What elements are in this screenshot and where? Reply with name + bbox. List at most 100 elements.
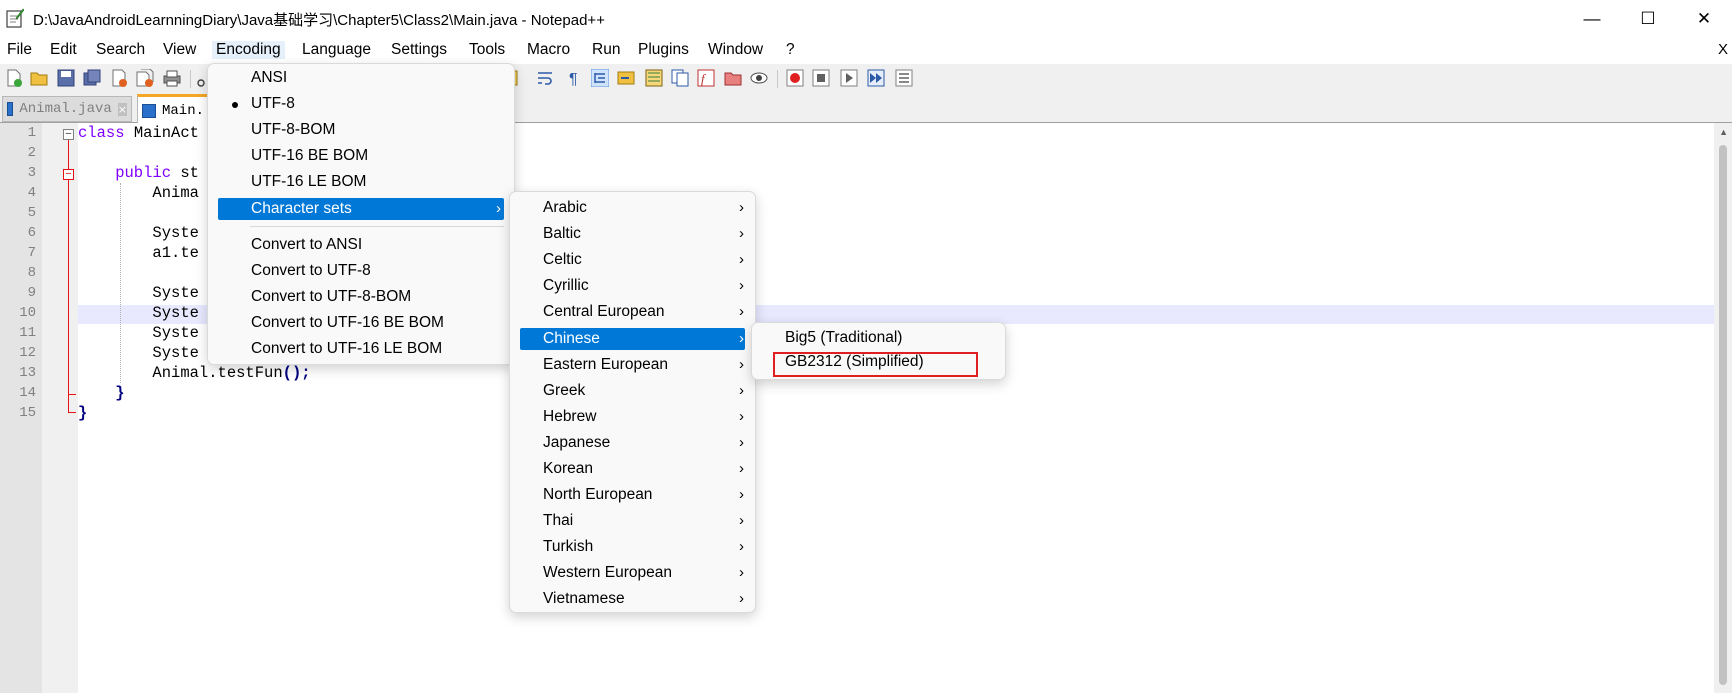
menu-item-character-sets[interactable]: Character sets › [218,198,504,220]
menu-item-greek[interactable]: Greek › [520,380,745,402]
line-number: 7 [27,245,36,261]
code-line: Syste [78,344,199,362]
new-file-icon[interactable] [5,69,23,87]
close-all-icon[interactable] [136,69,154,87]
monitoring-icon[interactable] [750,69,768,87]
stop-macro-icon[interactable] [812,69,830,87]
menu-item-utf8-bom[interactable]: UTF-8-BOM [218,119,504,141]
close-file-icon[interactable] [110,69,128,87]
line-number: 10 [19,305,36,321]
menu-item-convert-to-utf16-be-bom[interactable]: Convert to UTF-16 BE BOM [218,312,504,334]
show-all-chars-icon[interactable]: ¶ [565,69,583,87]
save-all-icon[interactable] [83,69,101,87]
folder-icon[interactable] [724,69,742,87]
menu-item-label: Convert to ANSI [251,236,363,253]
vertical-scrollbar[interactable]: ▲ [1714,123,1732,693]
menu-item-western-european[interactable]: Western European › [520,562,745,584]
record-macro-icon[interactable] [786,69,804,87]
menu-item-cyrillic[interactable]: Cyrillic › [520,275,745,297]
scroll-up-arrow-icon[interactable]: ▲ [1719,127,1728,137]
scrollbar-thumb[interactable] [1719,145,1727,685]
play-macro-icon[interactable] [840,69,858,87]
menu-item-label: Japanese [543,434,611,451]
menu-item-celtic[interactable]: Celtic › [520,249,745,271]
menu-item-eastern-european[interactable]: Eastern European › [520,354,745,376]
code-line: Syste [78,224,199,242]
line-number: 14 [19,385,36,401]
open-file-icon[interactable] [30,69,48,87]
menu-edit[interactable]: Edit [50,41,77,59]
menu-item-north-european[interactable]: North European › [520,484,745,506]
fold-toggle-icon[interactable]: − [63,129,74,140]
menu-item-label: Eastern European [543,356,668,373]
submenu-arrow-icon: › [739,251,744,268]
menu-item-convert-to-utf16-le-bom[interactable]: Convert to UTF-16 LE BOM [218,338,504,360]
submenu-arrow-icon: › [739,330,744,347]
menu-item-convert-to-utf8-bom[interactable]: Convert to UTF-8-BOM [218,286,504,308]
code-line: class MainAct [78,124,199,142]
indent-guide-icon[interactable] [591,69,609,87]
menu-item-hebrew[interactable]: Hebrew › [520,406,745,428]
menu-item-convert-to-utf8[interactable]: Convert to UTF-8 [218,260,504,282]
menu-encoding[interactable]: Encoding [212,41,285,59]
function-list-icon[interactable] [671,69,689,87]
menu-settings[interactable]: Settings [391,41,447,59]
menu-bar: File Edit Search View Encoding Language … [0,38,1732,64]
save-macro-icon[interactable] [895,69,913,87]
minimize-button[interactable]: — [1564,0,1620,38]
line-number: 11 [19,325,36,341]
menu-item-chinese[interactable]: Chinese › [520,328,745,350]
menu-item-utf16-be-bom[interactable]: UTF-16 BE BOM [218,145,504,167]
print-icon[interactable] [163,69,181,87]
close-document-button[interactable]: X [1718,41,1728,58]
menu-macro[interactable]: Macro [527,41,570,59]
menu-item-japanese[interactable]: Japanese › [520,432,745,454]
submenu-arrow-icon: › [739,590,744,607]
line-number: 4 [27,185,36,201]
fold-margin[interactable] [42,123,78,693]
menu-item-label: Convert to UTF-16 LE BOM [251,340,443,357]
menu-language[interactable]: Language [302,41,371,59]
menu-plugins[interactable]: Plugins [638,41,689,59]
menu-item-turkish[interactable]: Turkish › [520,536,745,558]
udl-icon[interactable] [617,69,635,87]
menu-item-ansi[interactable]: ANSI [218,67,504,89]
close-window-button[interactable]: ✕ [1676,0,1732,38]
menu-item-big5[interactable]: Big5 (Traditional) [762,327,995,349]
folder-as-workspace-icon[interactable]: f [697,69,715,87]
menu-item-thai[interactable]: Thai › [520,510,745,532]
menu-item-vietnamese[interactable]: Vietnamese › [520,588,745,610]
menu-item-label: Chinese [543,330,600,347]
menu-window[interactable]: Window [708,41,763,59]
menu-view[interactable]: View [163,41,196,59]
tab-close-icon[interactable]: × [117,102,127,116]
window-title: D:\JavaAndroidLearnningDiary\Java基础学习\Ch… [33,12,605,29]
code-keyword: class [78,124,125,142]
menu-item-convert-to-ansi[interactable]: Convert to ANSI [218,234,504,256]
menu-item-arabic[interactable]: Arabic › [520,197,745,219]
menu-search[interactable]: Search [96,41,145,59]
maximize-button[interactable]: ☐ [1620,0,1676,38]
menu-item-utf8[interactable]: UTF-8 [218,93,504,115]
line-number: 15 [19,405,36,421]
tab-main-java[interactable]: Main. [137,94,217,125]
menu-file[interactable]: File [7,41,32,59]
menu-item-central-european[interactable]: Central European › [520,301,745,323]
submenu-arrow-icon: › [739,225,744,242]
menu-item-utf16-le-bom[interactable]: UTF-16 LE BOM [218,171,504,193]
menu-run[interactable]: Run [592,41,620,59]
fold-toggle-icon[interactable]: − [63,169,74,180]
save-icon[interactable] [57,69,75,87]
menu-item-baltic[interactable]: Baltic › [520,223,745,245]
run-macro-multiple-icon[interactable] [867,69,885,87]
wrap-icon[interactable] [536,69,554,87]
checked-bullet-icon [232,102,238,108]
menu-item-korean[interactable]: Korean › [520,458,745,480]
menu-item-label: Celtic [543,251,582,268]
line-number: 13 [19,365,36,381]
tab-animal-java[interactable]: Animal.java × [2,96,132,122]
doc-map-icon[interactable] [645,69,663,87]
menu-help[interactable]: ? [786,41,795,59]
menu-separator [250,226,504,227]
menu-tools[interactable]: Tools [469,41,505,59]
